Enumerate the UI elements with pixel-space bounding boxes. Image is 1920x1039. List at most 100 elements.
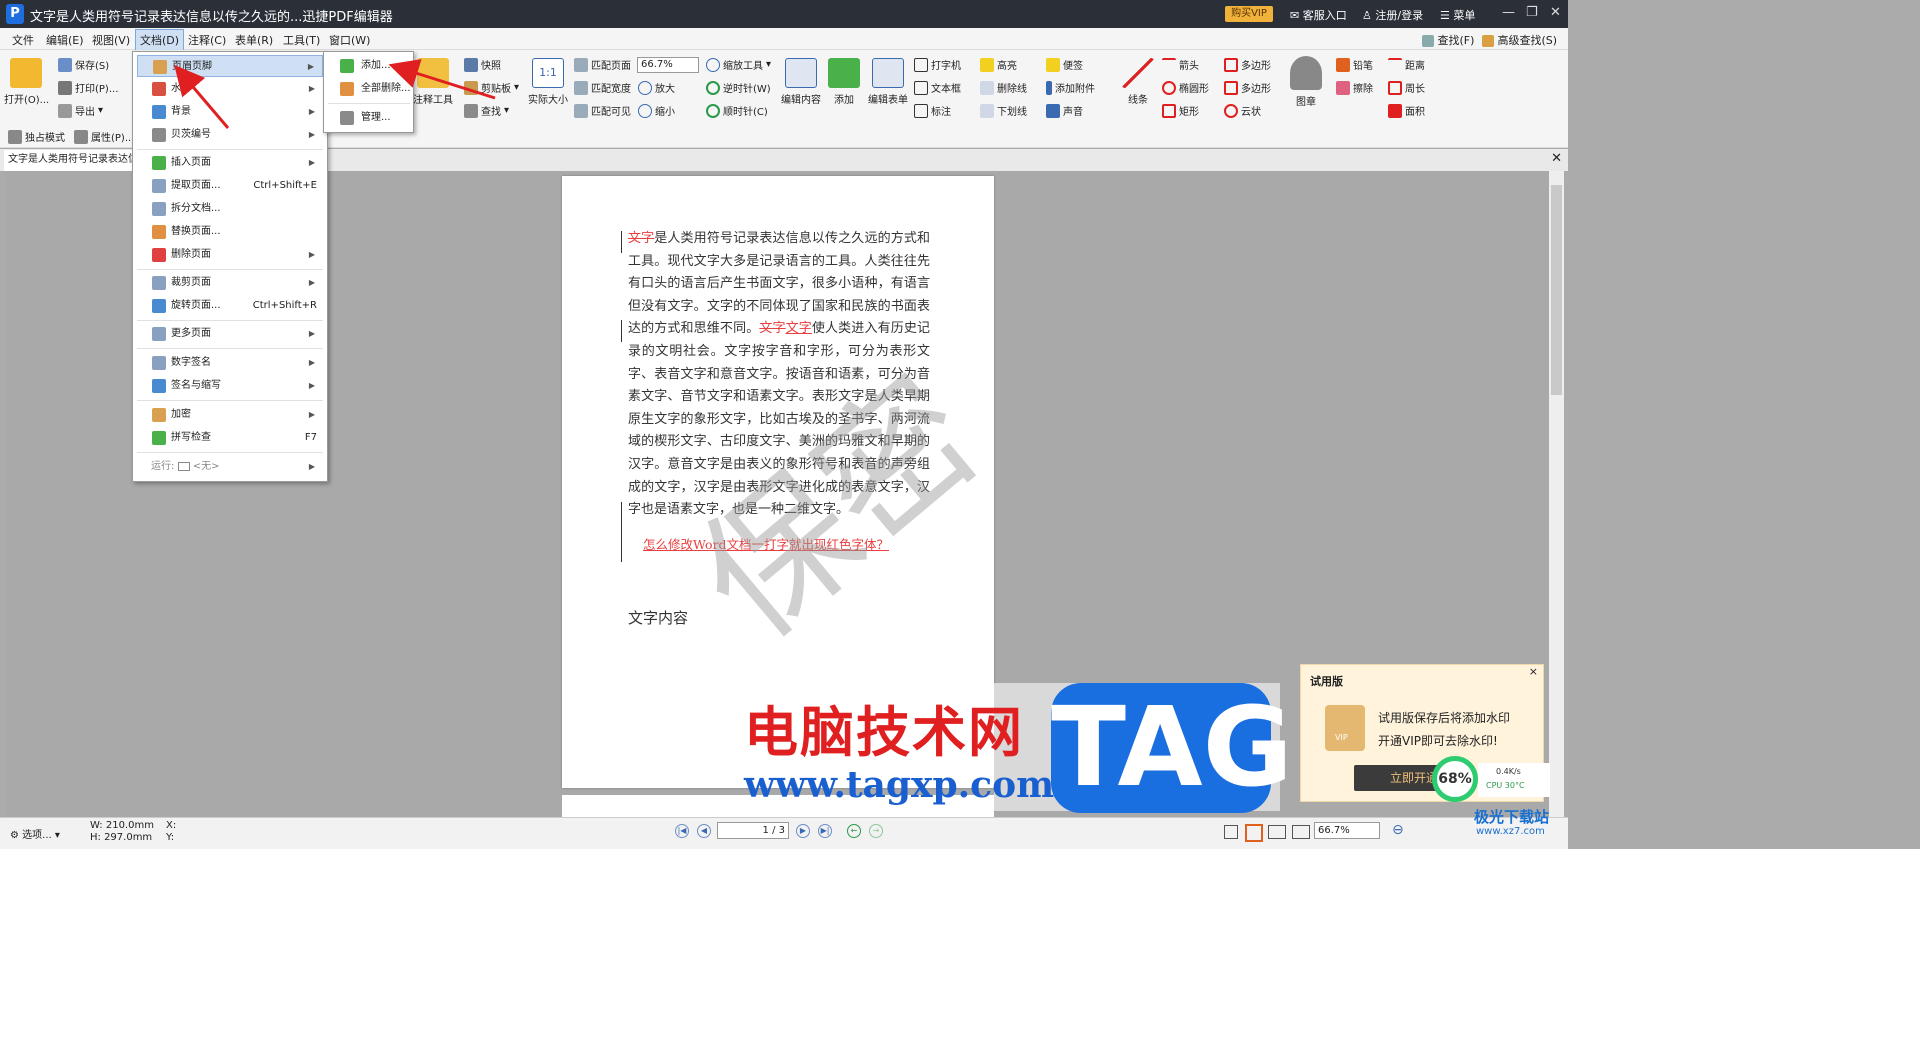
rotate-ccw-button[interactable]: 逆时针(W) xyxy=(706,80,771,95)
continuous-page-icon[interactable] xyxy=(1245,824,1263,842)
fit-width-button[interactable]: 匹配宽度 xyxy=(574,80,631,95)
line-button[interactable]: 线条 xyxy=(1120,58,1156,106)
continuous-facing-icon[interactable] xyxy=(1292,825,1310,839)
underline-button[interactable]: 下划线 xyxy=(980,103,1027,118)
exclusive-mode-button[interactable]: 独占模式 xyxy=(8,129,65,144)
typewriter-button[interactable]: 打字机 xyxy=(914,57,961,72)
zoom-out-button[interactable]: 缩小 xyxy=(638,103,675,118)
find-button[interactable]: 查找(F) xyxy=(1422,32,1474,48)
scrollbar-thumb[interactable] xyxy=(1551,185,1562,395)
callout-button[interactable]: 标注 xyxy=(914,103,951,118)
close-icon[interactable]: ✕ xyxy=(1550,5,1561,20)
save-button[interactable]: 保存(S) xyxy=(58,57,109,72)
ellipse-button[interactable]: 椭圆形 xyxy=(1162,80,1209,95)
toolbar-zoom-select[interactable]: 66.7% xyxy=(637,57,699,73)
clipboard-button[interactable]: 剪贴板 ▾ xyxy=(464,80,519,95)
submenu-item-manage[interactable]: 管理... xyxy=(328,107,410,129)
fit-page-button[interactable]: 匹配页面 xyxy=(574,57,631,72)
document-tab[interactable]: 文字是人类用符号记录表达信 xyxy=(4,150,136,171)
menu-item-sign-initial[interactable]: 签名与缩写 ▶ xyxy=(137,375,323,397)
polygon-button[interactable]: 多边形 xyxy=(1224,57,1271,72)
menu-item-insert-page[interactable]: 插入页面 ▶ xyxy=(137,152,323,174)
strikeout-button[interactable]: 删除线 xyxy=(980,80,1027,95)
facing-page-icon[interactable] xyxy=(1268,825,1286,839)
main-menu-button[interactable]: ☰ 菜单 xyxy=(1440,7,1475,23)
properties-button[interactable]: 属性(P)... xyxy=(74,129,134,144)
menu-item-run[interactable]: 运行: <无> ▶ xyxy=(137,456,323,478)
menu-item-crop-page[interactable]: 裁剪页面 ▶ xyxy=(137,272,323,294)
login-link[interactable]: ♙ 注册/登录 xyxy=(1362,7,1423,23)
menu-item-header-footer[interactable]: 页眉页脚 ▶ xyxy=(137,55,323,77)
menu-item-more-pages[interactable]: 更多页面 ▶ xyxy=(137,323,323,345)
menu-item-delete-page[interactable]: 删除页面 ▶ xyxy=(137,244,323,266)
pencil-button[interactable]: 铅笔 xyxy=(1336,57,1373,72)
menu-item-spell-check[interactable]: 拼写检查 F7 xyxy=(137,427,323,449)
distance-button[interactable]: 距离 xyxy=(1388,57,1425,72)
restore-icon[interactable]: ❐ xyxy=(1526,5,1538,20)
minimize-icon[interactable]: — xyxy=(1502,5,1515,20)
menu-item-split-doc[interactable]: 拆分文档... xyxy=(137,198,323,220)
stamp-button[interactable]: 图章 xyxy=(1286,56,1326,108)
rectangle-button[interactable]: 矩形 xyxy=(1162,103,1199,118)
arrow-button[interactable]: 箭头 xyxy=(1162,57,1199,72)
fit-visible-button[interactable]: 匹配可见 xyxy=(574,103,631,118)
note-button[interactable]: 便签 xyxy=(1046,57,1083,72)
rotate-cw-button[interactable]: 顺时针(C) xyxy=(706,103,768,118)
select-options-button[interactable]: ⚙ 选项... ▾ xyxy=(10,826,60,841)
menu-edit[interactable]: 编辑(E) xyxy=(46,32,84,48)
menu-view[interactable]: 视图(V) xyxy=(92,32,130,48)
polyline-button[interactable]: 多边形 xyxy=(1224,80,1271,95)
menu-item-background[interactable]: 背景 ▶ xyxy=(137,101,323,123)
area-button[interactable]: 面积 xyxy=(1388,103,1425,118)
find-tool-button[interactable]: 查找 ▾ xyxy=(464,103,509,118)
prev-page-icon[interactable]: ◀ xyxy=(697,824,711,838)
menu-file[interactable]: 文件 xyxy=(12,32,34,48)
menu-item-digital-sign[interactable]: 数字签名 ▶ xyxy=(137,352,323,374)
status-zoom-out-icon[interactable]: ⊖ xyxy=(1392,822,1404,838)
back-icon[interactable]: ← xyxy=(847,824,861,838)
cloud-button[interactable]: 云状 xyxy=(1224,103,1261,118)
advanced-find-button[interactable]: 高级查找(S) xyxy=(1482,32,1557,48)
sound-button[interactable]: 声音 xyxy=(1046,103,1083,118)
menu-item-bates[interactable]: 贝茨编号 ▶ xyxy=(137,124,323,146)
menu-document[interactable]: 文档(D) xyxy=(135,29,185,51)
export-button[interactable]: 导出 ▾ xyxy=(58,103,103,118)
menu-tools[interactable]: 工具(T) xyxy=(283,32,320,48)
textbox-button[interactable]: 文本框 xyxy=(914,80,961,95)
last-page-icon[interactable]: ▶| xyxy=(818,824,832,838)
next-page-icon[interactable]: ▶ xyxy=(796,824,810,838)
comment-tool-button[interactable]: 注释工具 xyxy=(406,58,460,106)
eraser-button[interactable]: 擦除 xyxy=(1336,80,1373,95)
edit-form-button[interactable]: 编辑表单 xyxy=(866,58,910,106)
submenu-item-add[interactable]: 添加... xyxy=(328,55,410,77)
submenu-item-delete-all[interactable]: 全部删除... xyxy=(328,78,411,100)
buy-vip-button[interactable]: 购买VIP xyxy=(1225,6,1273,22)
menu-item-rotate-page[interactable]: 旋转页面... Ctrl+Shift+R xyxy=(137,295,323,317)
open-button[interactable]: 打开(O)... xyxy=(4,58,49,106)
actual-size-button[interactable]: 1:1 实际大小 xyxy=(527,58,569,106)
menu-item-watermark[interactable]: 水印 ▶ xyxy=(137,78,323,100)
snapshot-button[interactable]: 快照 xyxy=(464,57,501,72)
status-zoom-select[interactable]: 66.7% xyxy=(1314,822,1380,839)
menu-item-extract-page[interactable]: 提取页面... Ctrl+Shift+E xyxy=(137,175,323,197)
close-document-icon[interactable]: ✕ xyxy=(1551,151,1562,166)
menu-item-encrypt[interactable]: 加密 ▶ xyxy=(137,404,323,426)
zoom-in-button[interactable]: 放大 xyxy=(638,80,675,95)
highlight-button[interactable]: 高亮 xyxy=(980,57,1017,72)
page-number-input[interactable]: 1 / 3 xyxy=(717,822,789,839)
perimeter-button[interactable]: 周长 xyxy=(1388,80,1425,95)
menu-form[interactable]: 表单(R) xyxy=(235,32,273,48)
menu-window[interactable]: 窗口(W) xyxy=(329,32,370,48)
single-page-icon[interactable] xyxy=(1224,825,1238,839)
customer-service-link[interactable]: ✉ 客服入口 xyxy=(1290,7,1347,23)
attach-file-button[interactable]: 添加附件 xyxy=(1046,80,1095,95)
vertical-scrollbar[interactable] xyxy=(1549,171,1564,817)
trial-close-icon[interactable]: × xyxy=(1529,665,1538,678)
menu-item-replace-page[interactable]: 替换页面... xyxy=(137,221,323,243)
print-button[interactable]: 打印(P)... xyxy=(58,80,118,95)
edit-content-button[interactable]: 编辑内容 xyxy=(780,58,822,106)
zoom-tool-button[interactable]: 缩放工具 ▾ xyxy=(706,57,771,72)
menu-comment[interactable]: 注释(C) xyxy=(188,32,226,48)
forward-icon[interactable]: → xyxy=(869,824,883,838)
add-button[interactable]: 添加 xyxy=(826,58,862,106)
